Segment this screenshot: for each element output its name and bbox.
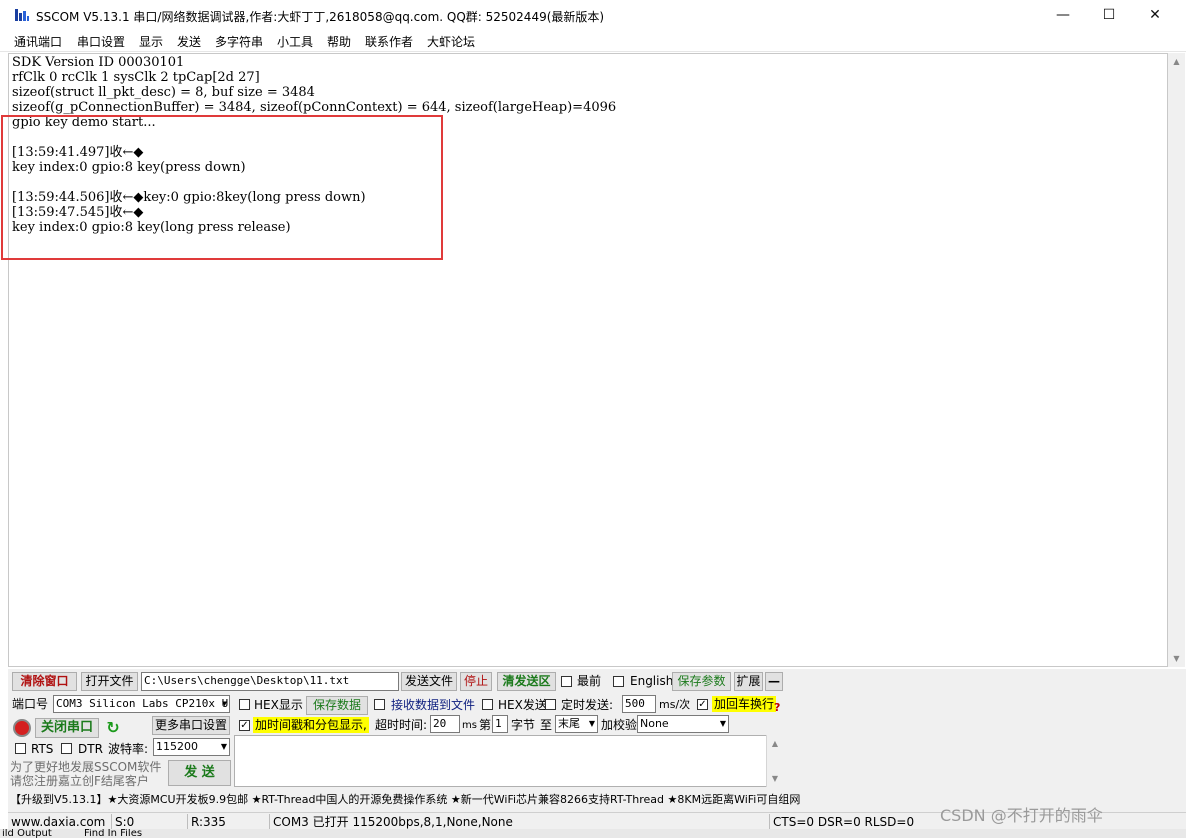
- build-output-tab: ild Output: [2, 829, 52, 838]
- save-params-button[interactable]: 保存参数: [672, 672, 731, 691]
- dtr-checkbox[interactable]: [61, 743, 72, 754]
- send-scrollbar[interactable]: ▲ ▼: [766, 735, 782, 787]
- menu-contact-author[interactable]: 联系作者: [365, 33, 413, 50]
- window-title: SSCOM V5.13.1 串口/网络数据调试器,作者:大虾丁丁,2618058…: [36, 10, 605, 24]
- csdn-watermark: CSDN @不打开的雨伞: [940, 806, 1103, 825]
- minimize-button[interactable]: —: [1040, 0, 1086, 30]
- status-port-state: COM3 已打开 115200bps,8,1,None,None: [270, 814, 770, 830]
- port-number-label: 端口号: [12, 697, 49, 711]
- promo-text-2[interactable]: 请您注册嘉立创F结尾客户: [10, 773, 149, 789]
- scroll-down-arrow-icon[interactable]: ▼: [1168, 650, 1185, 667]
- byte-label: 字节: [511, 718, 536, 732]
- maximize-button[interactable]: ☐: [1086, 0, 1132, 30]
- recv-to-file-checkbox[interactable]: [374, 699, 385, 710]
- sscom-app-icon: [15, 9, 29, 21]
- background-ide-tabs: ild Output Find In Files: [0, 829, 1186, 838]
- menu-send[interactable]: 发送: [177, 33, 201, 50]
- add-crlf-label: 加回车换行: [712, 696, 777, 712]
- add-crlf-checkbox[interactable]: ✓: [697, 699, 708, 710]
- end-select-value: 末尾: [558, 717, 580, 730]
- help-icon[interactable]: ?: [774, 700, 780, 716]
- hex-display-label: HEX显示: [254, 698, 303, 712]
- status-received-count: R:335: [188, 814, 270, 830]
- more-serial-settings-button[interactable]: 更多串口设置: [152, 716, 230, 735]
- highlight-annotation-box: [1, 115, 443, 260]
- timestamp-checkbox[interactable]: ✓: [239, 720, 250, 731]
- hex-send-label: HEX发送: [498, 698, 547, 712]
- expand-button[interactable]: 扩展: [734, 672, 763, 691]
- english-checkbox[interactable]: [613, 676, 624, 687]
- menu-tools[interactable]: 小工具: [277, 33, 313, 50]
- checksum-select-value: None: [640, 717, 669, 730]
- timeout-input[interactable]: 20: [430, 715, 460, 733]
- terminal-line: SDK Version ID 00030101: [12, 55, 185, 70]
- menu-help[interactable]: 帮助: [327, 33, 351, 50]
- interval-input[interactable]: 500: [622, 695, 656, 713]
- rts-label: RTS: [31, 742, 54, 756]
- title-bar: SSCOM V5.13.1 串口/网络数据调试器,作者:大虾丁丁,2618058…: [0, 0, 1186, 30]
- find-in-files-tab: Find In Files: [84, 829, 143, 838]
- recv-to-file-label[interactable]: 接收数据到文件: [391, 697, 475, 713]
- send-button[interactable]: 发 送: [168, 760, 231, 786]
- chevron-down-icon: ▼: [588, 719, 595, 728]
- interval-unit-label: ms/次: [659, 698, 691, 711]
- scroll-up-arrow-icon[interactable]: ▲: [767, 735, 783, 752]
- menu-forum[interactable]: 大虾论坛: [427, 33, 475, 50]
- checksum-label: 加校验: [601, 718, 638, 732]
- timeout-label: 超时时间:: [375, 718, 428, 732]
- refresh-icon[interactable]: ↻: [104, 719, 122, 737]
- scroll-up-arrow-icon[interactable]: ▲: [1168, 53, 1185, 70]
- status-sent-count: S:0: [112, 814, 188, 830]
- topmost-label: 最前: [577, 674, 602, 688]
- terminal-line: sizeof(struct ll_pkt_desc) = 8, buf size…: [12, 85, 315, 100]
- status-website[interactable]: www.daxia.com: [8, 814, 112, 830]
- port-select-value: COM3 Silicon Labs CP210x U: [56, 697, 229, 710]
- send-input-area[interactable]: [234, 735, 782, 787]
- topmost-checkbox[interactable]: [561, 676, 572, 687]
- terminal-line: rfClk 0 rcClk 1 sysClk 2 tpCap[2d 27]: [12, 70, 260, 85]
- scroll-down-arrow-icon[interactable]: ▼: [767, 770, 783, 787]
- rts-checkbox[interactable]: [15, 743, 26, 754]
- status-modem-lines: CTS=0 DSR=0 RLSD=0: [773, 815, 915, 829]
- menu-display[interactable]: 显示: [139, 33, 163, 50]
- close-port-button[interactable]: 关闭串口: [35, 718, 99, 738]
- close-button[interactable]: ✕: [1132, 0, 1178, 30]
- timeout-unit-label: ms: [462, 720, 477, 731]
- menu-serial-settings[interactable]: 串口设置: [77, 33, 125, 50]
- receive-scrollbar[interactable]: ▲ ▼: [1168, 53, 1185, 667]
- baud-rate-value: 115200: [156, 740, 198, 753]
- to-label: 至: [540, 718, 553, 732]
- end-select[interactable]: 末尾 ▼: [555, 715, 598, 733]
- menu-comm-port[interactable]: 通讯端口: [14, 33, 62, 50]
- hex-display-checkbox[interactable]: [239, 699, 250, 710]
- clear-send-button[interactable]: 清发送区: [497, 672, 556, 691]
- chevron-down-icon: ▼: [719, 719, 726, 728]
- collapse-button[interactable]: —: [765, 672, 783, 691]
- terminal-line: sizeof(g_pConnectionBuffer) = 3484, size…: [12, 100, 617, 115]
- clear-window-button[interactable]: 清除窗口: [12, 672, 77, 691]
- nth-byte-input[interactable]: 1: [492, 715, 508, 733]
- port-select[interactable]: COM3 Silicon Labs CP210x U ▼: [53, 695, 230, 713]
- save-data-button[interactable]: 保存数据: [306, 696, 368, 715]
- baud-rate-label: 波特率:: [108, 742, 149, 756]
- port-status-led-icon: [13, 719, 31, 737]
- open-file-button[interactable]: 打开文件: [81, 672, 138, 691]
- menu-multi-string[interactable]: 多字符串: [215, 33, 263, 50]
- chevron-down-icon: ▼: [222, 699, 227, 708]
- stop-button[interactable]: 停止: [460, 672, 492, 691]
- menu-bar: 通讯端口 串口设置 显示 发送 多字符串 小工具 帮助 联系作者 大虾论坛: [0, 30, 1186, 52]
- chevron-down-icon: ▼: [220, 742, 227, 751]
- checksum-select[interactable]: None ▼: [637, 715, 729, 733]
- dtr-label: DTR: [78, 742, 103, 756]
- timestamp-label: 加时间戳和分包显示,: [253, 717, 369, 733]
- timed-send-label: 定时发送:: [561, 698, 614, 712]
- english-label: English: [630, 674, 674, 688]
- baud-rate-select[interactable]: 115200 ▼: [153, 738, 230, 756]
- nth-label: 第: [479, 718, 492, 732]
- hex-send-checkbox[interactable]: [482, 699, 493, 710]
- file-path-input[interactable]: C:\Users\chengge\Desktop\11.txt: [141, 672, 399, 691]
- timed-send-checkbox[interactable]: [545, 699, 556, 710]
- send-file-button[interactable]: 发送文件: [401, 672, 457, 691]
